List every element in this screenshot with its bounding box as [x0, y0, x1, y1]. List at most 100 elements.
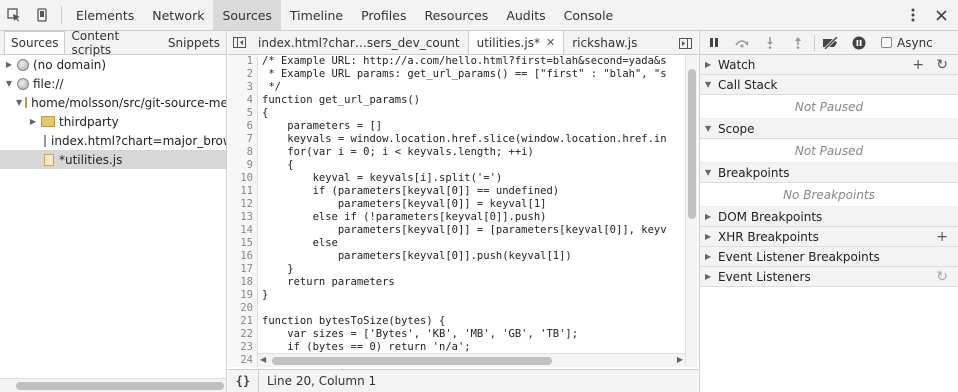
section-call-stack[interactable]: ▼ Call Stack [700, 75, 958, 95]
code-line[interactable]: } [262, 263, 684, 276]
line-number[interactable]: 20 [228, 302, 257, 315]
code-line[interactable]: parameters[keyval[0]] = keyval[1] [262, 198, 684, 211]
tree-item-file-index[interactable]: index.html?chart=major_brows [0, 131, 226, 150]
line-number[interactable]: 7 [228, 133, 257, 146]
pause-icon[interactable] [700, 31, 728, 55]
line-number[interactable]: 19 [228, 289, 257, 302]
async-checkbox[interactable] [881, 37, 892, 48]
code-line[interactable]: parameters = [] [262, 120, 684, 133]
nav-tab-content-scripts[interactable]: Content scripts [65, 29, 161, 57]
line-number[interactable]: 17 [228, 263, 257, 276]
tree-item-no-domain[interactable]: ▶ (no domain) [0, 55, 226, 74]
tab-console[interactable]: Console [555, 0, 623, 30]
section-event-listeners[interactable]: ▶ Event Listeners ↻ [700, 267, 958, 287]
more-options-icon[interactable] [899, 0, 927, 30]
navigator-horizontal-scrollbar[interactable] [0, 378, 226, 392]
step-over-icon[interactable] [728, 31, 756, 55]
editor-tab-rickshaw[interactable]: rickshaw.js [564, 31, 645, 54]
expand-arrow-icon[interactable]: ▶ [705, 60, 715, 69]
line-number[interactable]: 15 [228, 237, 257, 250]
section-breakpoints[interactable]: ▼ Breakpoints [700, 163, 958, 183]
expand-arrow-icon[interactable]: ▶ [705, 272, 715, 281]
pretty-print-button[interactable]: {} [228, 374, 258, 388]
editor-vertical-scrollbar[interactable] [685, 55, 697, 367]
code-line[interactable] [262, 302, 684, 315]
code-line[interactable]: parameters[keyval[0]] = [parameters[keyv… [262, 224, 684, 237]
line-number[interactable]: 24 [228, 354, 257, 367]
deactivate-breakpoints-icon[interactable] [817, 31, 845, 55]
tab-network[interactable]: Network [143, 0, 213, 30]
section-event-listener-breakpoints[interactable]: ▶ Event Listener Breakpoints [700, 247, 958, 267]
scrollbar-thumb[interactable] [272, 357, 552, 365]
tree-item-file-protocol[interactable]: ▼ file:// [0, 74, 226, 93]
scrollbar-thumb[interactable] [688, 69, 696, 219]
collapse-arrow-icon[interactable]: ▼ [705, 124, 715, 133]
tree-item-file-utilities[interactable]: *utilities.js [0, 150, 226, 169]
line-number[interactable]: 21 [228, 315, 257, 328]
collapse-arrow-icon[interactable]: ▼ [16, 98, 22, 107]
refresh-icon[interactable]: ↻ [936, 57, 948, 73]
code-line[interactable]: function bytesToSize(bytes) { [262, 315, 684, 328]
line-number[interactable]: 4 [228, 94, 257, 107]
line-number[interactable]: 18 [228, 276, 257, 289]
line-number[interactable]: 12 [228, 198, 257, 211]
code-line[interactable]: for(var i = 0; i < keyvals.length; ++i) [262, 146, 684, 159]
code-line[interactable]: parameters[keyval[0]].push(keyval[1]) [262, 250, 684, 263]
toggle-debugger-icon[interactable] [674, 31, 696, 55]
inspect-element-icon[interactable] [0, 0, 28, 30]
step-into-icon[interactable] [756, 31, 784, 55]
tab-timeline[interactable]: Timeline [281, 0, 352, 30]
code-line[interactable]: { [262, 159, 684, 172]
line-number-gutter[interactable]: 1 2 3 4 5 6 7 8 9 10 11 12 13 14 15 16 1… [228, 55, 258, 367]
collapse-arrow-icon[interactable]: ▼ [4, 79, 14, 88]
toggle-navigator-icon[interactable] [228, 31, 250, 54]
code-area[interactable]: /* Example URL: http://a.com/hello.html?… [262, 55, 684, 367]
scroll-right-arrow-icon[interactable]: ▶ [677, 355, 683, 364]
code-line[interactable]: else if (!parameters[keyval[0]].push) [262, 211, 684, 224]
editor-tab-index[interactable]: index.html?char…sers_dev_count [250, 31, 468, 54]
line-number[interactable]: 22 [228, 328, 257, 341]
step-out-icon[interactable] [784, 31, 812, 55]
line-number[interactable]: 2 [228, 68, 257, 81]
section-scope[interactable]: ▼ Scope [700, 119, 958, 139]
line-number[interactable]: 10 [228, 172, 257, 185]
code-line[interactable]: var sizes = ['Bytes', 'KB', 'MB', 'GB', … [262, 328, 684, 341]
collapse-arrow-icon[interactable]: ▼ [705, 168, 715, 177]
line-number[interactable]: 6 [228, 120, 257, 133]
line-number[interactable]: 13 [228, 211, 257, 224]
expand-arrow-icon[interactable]: ▶ [705, 212, 715, 221]
line-number[interactable]: 1 [228, 55, 257, 68]
tree-item-folder-root[interactable]: ▼ home/molsson/src/git-source-me [0, 93, 226, 112]
section-watch[interactable]: ▶ Watch + ↻ [700, 55, 958, 75]
code-line[interactable]: { [262, 107, 684, 120]
nav-tab-snippets[interactable]: Snippets [162, 31, 226, 54]
line-number[interactable]: 11 [228, 185, 257, 198]
async-toggle[interactable]: Async [881, 36, 933, 50]
section-dom-breakpoints[interactable]: ▶ DOM Breakpoints [700, 207, 958, 227]
code-line[interactable]: } [262, 289, 684, 302]
close-tab-icon[interactable]: ✕ [546, 36, 555, 49]
device-mode-icon[interactable] [28, 0, 56, 30]
line-number[interactable]: 23 [228, 341, 257, 354]
expand-arrow-icon[interactable]: ▶ [28, 117, 38, 126]
close-devtools-icon[interactable] [927, 0, 955, 30]
tab-sources[interactable]: Sources [213, 0, 281, 30]
refresh-icon[interactable]: ↻ [936, 269, 948, 285]
line-number[interactable]: 3 [228, 81, 257, 94]
line-number[interactable]: 16 [228, 250, 257, 263]
add-xhr-breakpoint-icon[interactable]: + [936, 229, 948, 245]
code-line[interactable]: * Example URL params: get_url_params() =… [262, 68, 684, 81]
code-line[interactable]: if (parameters[keyval[0]] == undefined) [262, 185, 684, 198]
collapse-arrow-icon[interactable]: ▼ [705, 80, 715, 89]
line-number[interactable]: 9 [228, 159, 257, 172]
code-line[interactable]: */ [262, 81, 684, 94]
code-line[interactable]: return parameters [262, 276, 684, 289]
expand-arrow-icon[interactable]: ▶ [705, 232, 715, 241]
expand-arrow-icon[interactable]: ▶ [705, 252, 715, 261]
pause-on-exceptions-icon[interactable] [845, 31, 873, 55]
tab-elements[interactable]: Elements [67, 0, 143, 30]
tab-resources[interactable]: Resources [415, 0, 497, 30]
editor-tab-utilities[interactable]: utilities.js* ✕ [467, 31, 565, 54]
nav-tab-sources[interactable]: Sources [4, 31, 66, 54]
line-number[interactable]: 5 [228, 107, 257, 120]
